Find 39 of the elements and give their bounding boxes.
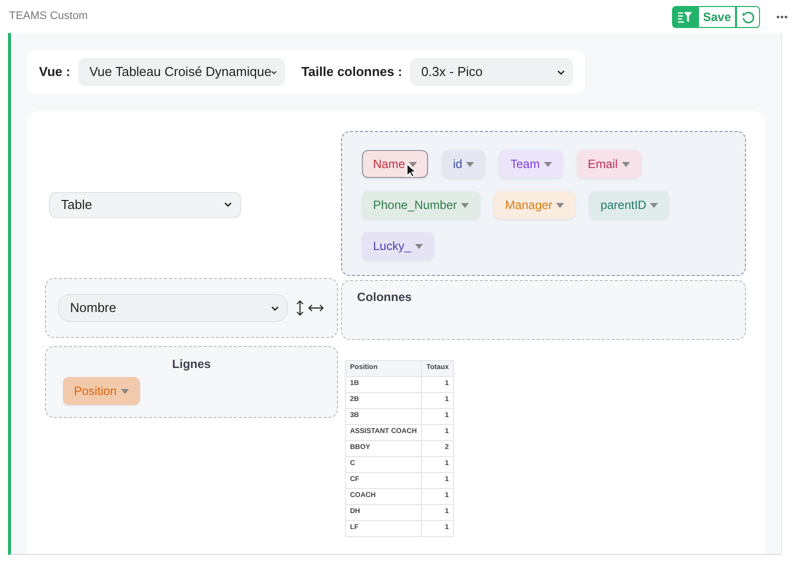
chevron-icon: [557, 70, 565, 74]
caret-icon: [622, 162, 630, 166]
field-chip[interactable]: Name: [362, 150, 428, 178]
caret-icon: [556, 202, 564, 208]
vertical-arrow-icon[interactable]: [296, 300, 304, 316]
cursor-icon: [406, 163, 416, 178]
caret-icon: [415, 244, 424, 248]
field-chip[interactable]: Lucky_: [362, 232, 434, 260]
field-chip[interactable]: Manager: [494, 191, 576, 219]
filter-button[interactable]: [672, 6, 698, 28]
field-chip[interactable]: Phone_Number: [362, 191, 480, 219]
caret-icon: [466, 162, 474, 166]
zone-title: Colonnes: [357, 290, 412, 304]
caret-icon: [120, 388, 129, 394]
filter-icon: [676, 10, 693, 24]
chevron-icon: [271, 306, 279, 310]
renderer-select[interactable]: Table: [49, 192, 241, 218]
field-chip[interactable]: parentID: [589, 191, 670, 219]
field-label: Taille colonnes :: [301, 63, 402, 82]
aggregator-select[interactable]: Nombre: [58, 294, 288, 322]
field-label: Vue :: [39, 63, 70, 82]
select-field[interactable]: 0.3x - Pico: [410, 58, 573, 86]
save-button[interactable]: Save: [698, 6, 736, 28]
horizontal-arrow-icon[interactable]: [308, 304, 324, 312]
select-field[interactable]: Vue Tableau Croisé Dynamique: [78, 58, 286, 86]
reset-button[interactable]: [736, 6, 760, 28]
page-title: TEAMS Custom: [9, 9, 88, 24]
chevron-icon: [224, 202, 232, 207]
chevron-icon: [271, 70, 278, 74]
more-icon[interactable]: [776, 14, 788, 18]
undo-icon: [741, 10, 755, 24]
field-chip[interactable]: Team: [499, 150, 563, 178]
caret-icon: [544, 162, 552, 166]
field-chip[interactable]: id: [442, 150, 486, 178]
field-chip[interactable]: Email: [576, 150, 641, 178]
caret-icon: [409, 162, 418, 166]
zone-title: Lignes: [171, 356, 212, 373]
caret-icon: [461, 202, 470, 208]
caret-icon: [650, 202, 658, 208]
